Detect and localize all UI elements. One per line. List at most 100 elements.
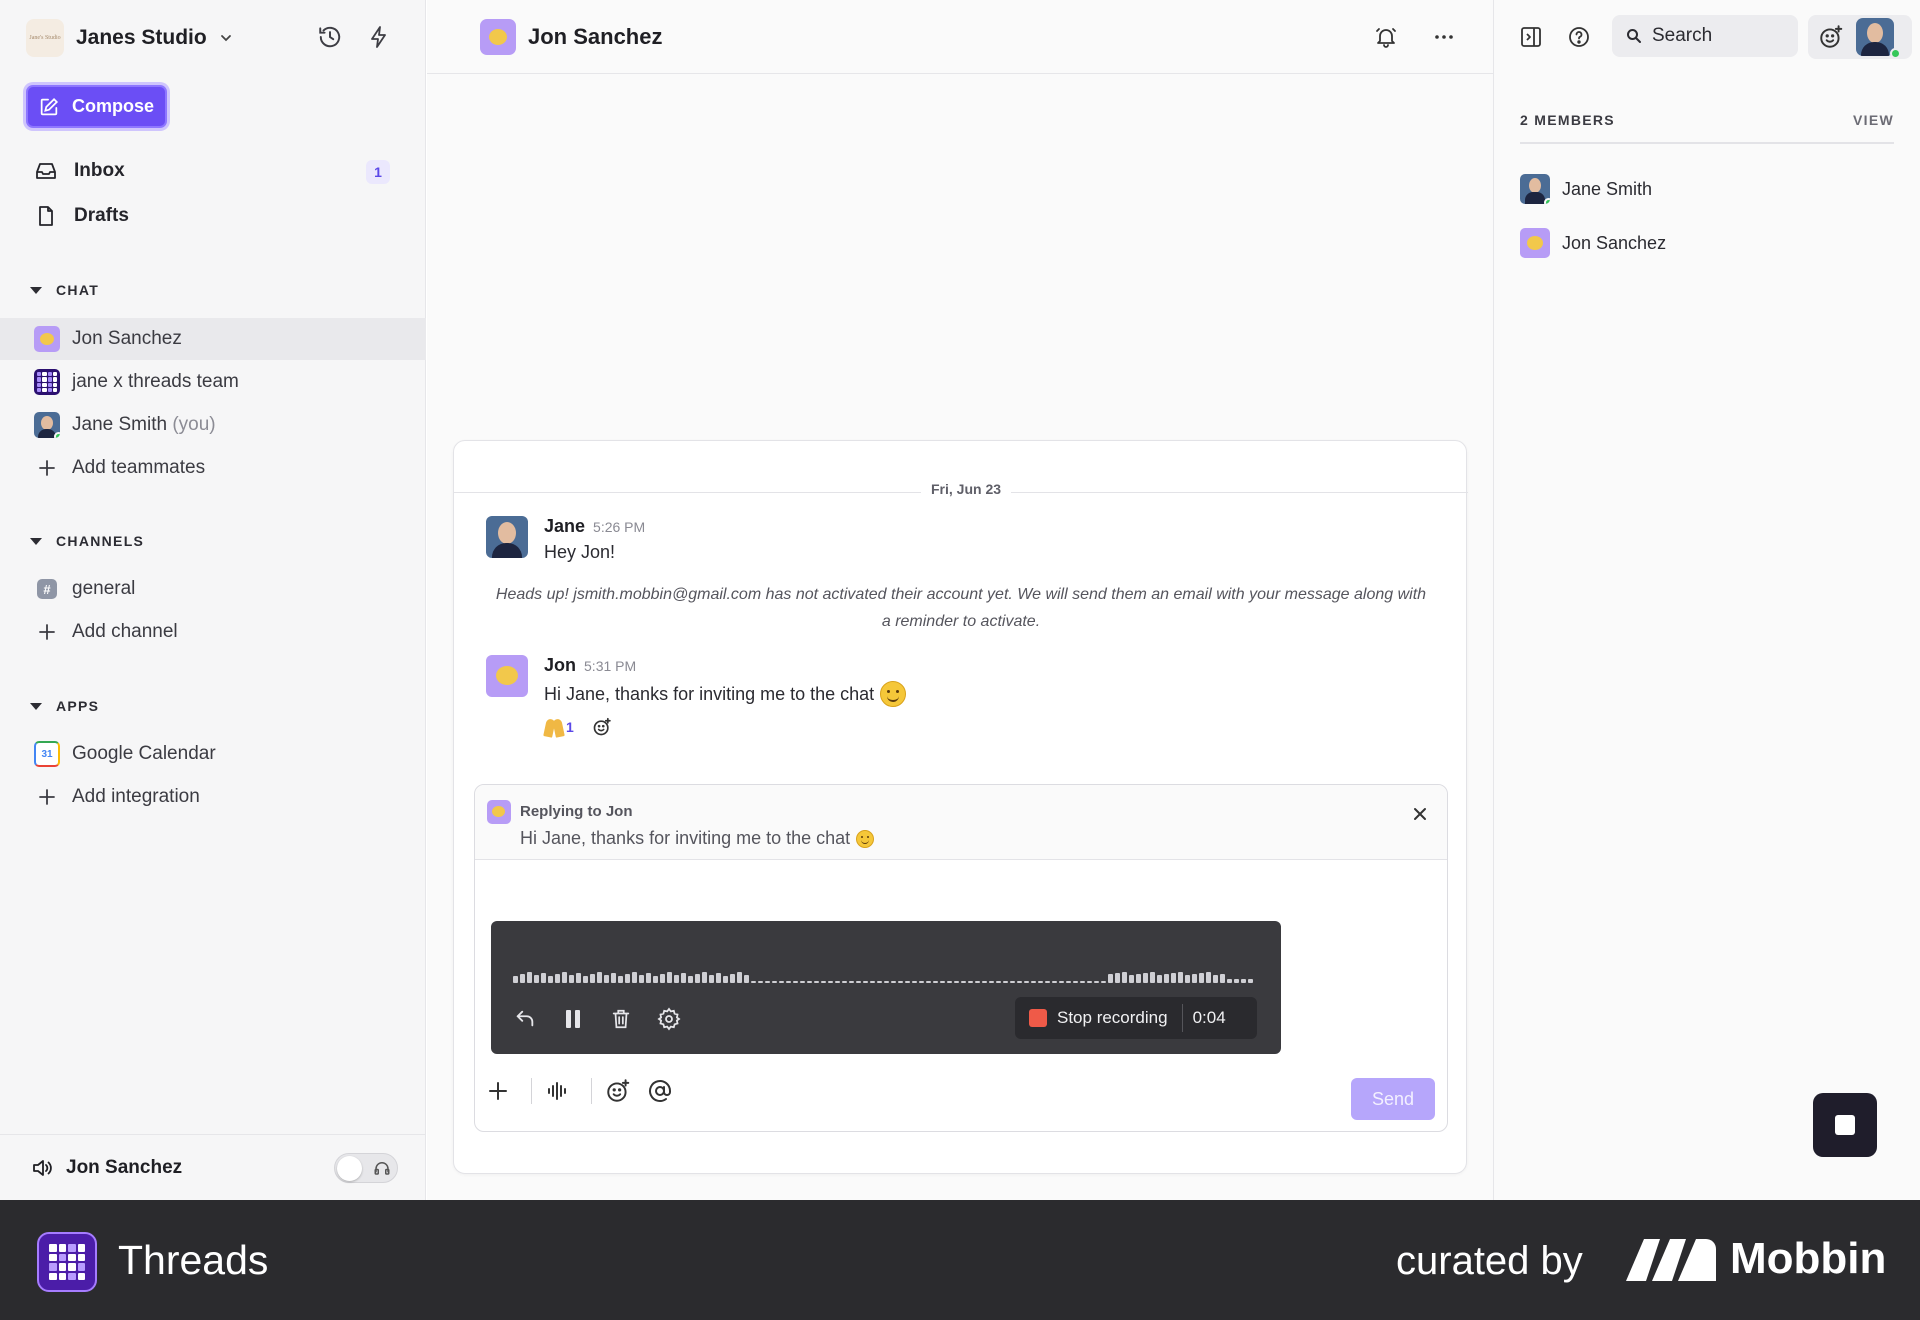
stop-recording-button[interactable]: Stop recording 0:04 xyxy=(1015,997,1257,1039)
undo-icon[interactable] xyxy=(511,1005,539,1033)
caret-down-icon xyxy=(30,702,42,710)
section-title: APPS xyxy=(56,698,100,714)
waveform-bar xyxy=(737,972,742,983)
nav-inbox[interactable]: Inbox xyxy=(34,156,125,186)
search-icon xyxy=(1626,28,1642,44)
waveform-bar xyxy=(954,981,959,983)
waveform-bar xyxy=(653,976,658,983)
search-input[interactable]: Search xyxy=(1612,15,1798,57)
waveform-bar xyxy=(842,981,847,983)
sidebar-item-google-calendar[interactable]: 31 Google Calendar xyxy=(0,733,426,775)
edit-icon xyxy=(38,96,60,118)
waveform-bar xyxy=(1171,973,1176,983)
waveform-bar xyxy=(786,981,791,983)
waveform-bar xyxy=(961,981,966,983)
member-jon-sanchez[interactable]: Jon Sanchez xyxy=(1520,228,1666,258)
current-user-avatar[interactable] xyxy=(1856,18,1894,56)
waveform-bar xyxy=(891,981,896,983)
stop-icon xyxy=(1029,1009,1047,1027)
message-time: 5:26 PM xyxy=(593,519,646,535)
waveform-icon[interactable] xyxy=(543,1076,573,1106)
waveform-bar xyxy=(534,975,539,983)
trash-icon[interactable] xyxy=(607,1005,635,1033)
waveform-bar xyxy=(674,975,679,983)
waveform-bar xyxy=(996,981,1001,983)
author-name[interactable]: Jane xyxy=(544,516,585,536)
workspace-switcher[interactable]: Jane's Studio Janes Studio xyxy=(26,18,233,58)
member-name: Jane Smith xyxy=(1562,178,1653,199)
add-channel-button[interactable]: Add channel xyxy=(0,611,426,653)
waveform-bar xyxy=(1213,975,1218,983)
stop-capture-button[interactable] xyxy=(1813,1093,1877,1157)
add-integration-label: Add integration xyxy=(72,786,200,807)
divider xyxy=(1181,1004,1183,1032)
online-indicator xyxy=(1890,48,1901,59)
waveform-bar xyxy=(1164,974,1169,983)
waveform-bar xyxy=(1227,979,1232,983)
member-jane-smith[interactable]: Jane Smith xyxy=(1520,174,1652,204)
file-icon xyxy=(34,204,58,228)
sidebar-item-jon-sanchez[interactable]: Jon Sanchez xyxy=(0,318,426,360)
nav-drafts[interactable]: Drafts xyxy=(34,201,129,231)
pause-icon[interactable] xyxy=(559,1005,587,1033)
add-teammates-label: Add teammates xyxy=(72,457,206,478)
mention-icon[interactable] xyxy=(645,1076,675,1106)
activation-notice: Heads up! jsmith.mobbin@gmail.com has no… xyxy=(495,586,1427,630)
mobbin-wordmark: Mobbin xyxy=(1730,1234,1887,1283)
waveform-bar xyxy=(590,974,595,983)
add-teammates-button[interactable]: Add teammates xyxy=(0,447,426,489)
conversation-title-text: Jon Sanchez xyxy=(528,24,663,49)
waveform-bar xyxy=(618,976,623,983)
sidebar-item-jane-smith[interactable]: Jane Smith (you) xyxy=(0,404,426,446)
section-apps-header[interactable]: APPS xyxy=(30,695,99,717)
workspace-logo: Jane's Studio xyxy=(26,19,64,57)
members-count: 2 MEMBERS xyxy=(1520,112,1615,128)
chevron-down-icon xyxy=(219,31,233,45)
author-name[interactable]: Jon xyxy=(544,655,576,675)
stop-icon xyxy=(1835,1115,1855,1135)
member-name: Jane Smith xyxy=(72,414,168,435)
send-button[interactable]: Send xyxy=(1351,1078,1435,1120)
waveform-bar xyxy=(926,981,931,983)
message-thread: Fri, Jun 23 Jane 5:26 PM Hey Jon! Heads u… xyxy=(453,440,1468,1174)
huddle-toggle[interactable] xyxy=(334,1153,398,1183)
waveform-bar xyxy=(520,974,525,983)
toggle-panel-icon[interactable] xyxy=(1516,22,1546,52)
sidebar-item-label: Google Calendar xyxy=(72,743,216,764)
bell-icon[interactable] xyxy=(1371,22,1401,52)
waveform-bar xyxy=(982,981,987,983)
mobbin-logo: Mobbin xyxy=(1626,1234,1886,1284)
avatar[interactable] xyxy=(486,655,528,697)
avatar[interactable] xyxy=(486,516,528,558)
add-reaction-icon[interactable] xyxy=(592,717,612,737)
section-title: CHAT xyxy=(56,282,100,298)
history-icon[interactable] xyxy=(315,22,345,52)
help-icon[interactable] xyxy=(1564,22,1594,52)
plus-icon[interactable] xyxy=(483,1076,513,1106)
compose-button[interactable]: Compose xyxy=(26,85,167,128)
waveform-bar xyxy=(1017,981,1022,983)
close-icon[interactable] xyxy=(1407,801,1433,827)
add-reaction-icon[interactable] xyxy=(1818,24,1844,50)
waveform-bar xyxy=(800,981,805,983)
lightning-icon[interactable] xyxy=(364,22,394,52)
sidebar-item-general[interactable]: # general xyxy=(0,568,426,610)
more-icon[interactable] xyxy=(1429,22,1459,52)
view-members-link[interactable]: VIEW xyxy=(1853,112,1894,142)
section-channels-header[interactable]: CHANNELS xyxy=(30,530,144,552)
settings-icon[interactable] xyxy=(655,1005,683,1033)
waveform-bar xyxy=(1073,981,1078,983)
sidebar-item-label: general xyxy=(72,578,136,599)
waveform-bar xyxy=(1059,981,1064,983)
emoji-icon[interactable] xyxy=(603,1076,633,1106)
waveform-bar xyxy=(611,973,616,983)
message-text: Hey Jon! xyxy=(544,542,615,563)
smile-emoji-icon xyxy=(856,829,875,848)
reply-title: Replying to Jon xyxy=(520,803,633,820)
conversation-pane: Jon Sanchez Fri, Jun 23 Jane 5:26 PM Hey … xyxy=(427,0,1493,1200)
sidebar-item-threads-team[interactable]: jane x threads team xyxy=(0,361,426,403)
section-chat-header[interactable]: CHAT xyxy=(30,279,99,301)
reaction-chip[interactable]: 1 xyxy=(544,717,574,737)
waveform-bar xyxy=(597,972,602,983)
add-integration-button[interactable]: Add integration xyxy=(0,776,426,818)
